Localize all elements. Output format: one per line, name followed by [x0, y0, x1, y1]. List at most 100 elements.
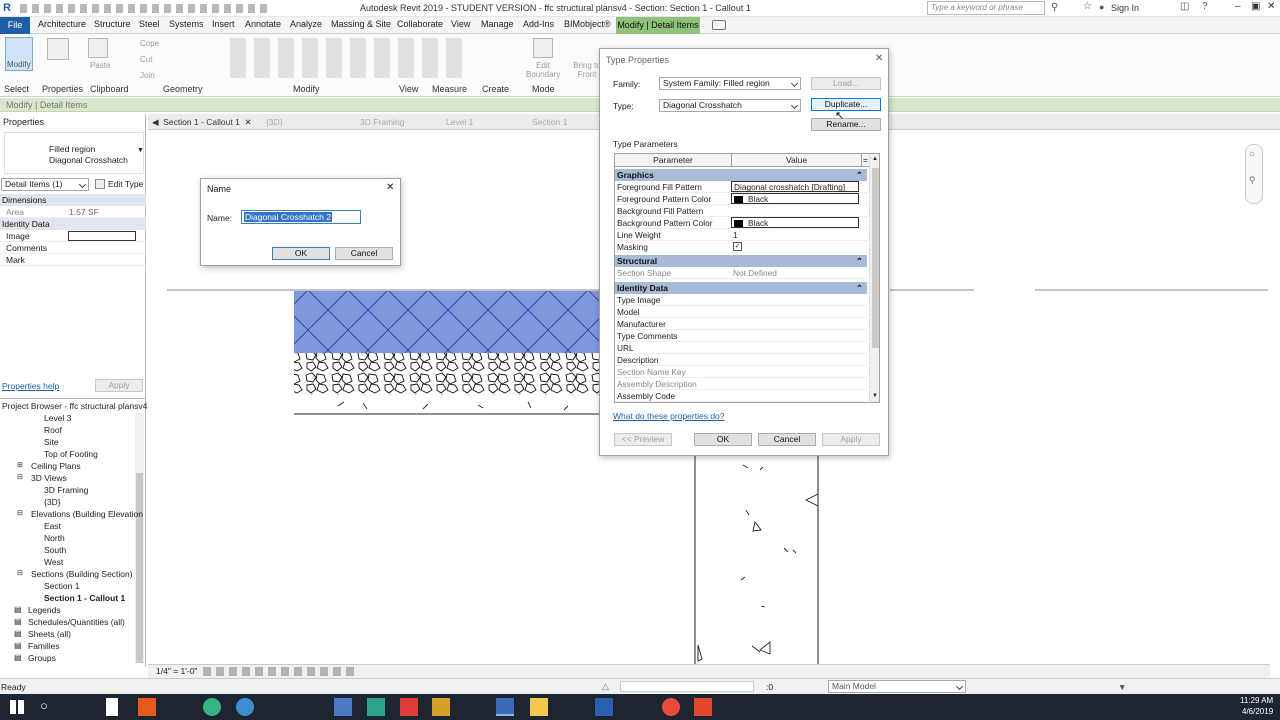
load-button[interactable]: Load...	[811, 77, 881, 90]
tab-structure[interactable]: Structure	[94, 19, 131, 29]
close-icon[interactable]: ✕	[386, 182, 394, 193]
paste-icon[interactable]	[88, 38, 108, 58]
restore-icon[interactable]: ▣	[1251, 1, 1260, 12]
close-icon[interactable]: ✕	[1267, 1, 1275, 12]
cortana-icon[interactable]: ○	[40, 698, 58, 716]
param-value[interactable]: Black	[731, 217, 859, 228]
apply-button[interactable]: Apply	[822, 433, 880, 446]
file-icon[interactable]	[106, 698, 118, 716]
tree-item-3d[interactable]: {3D}	[44, 497, 61, 507]
zoom-icon[interactable]: ⚲	[1249, 175, 1256, 186]
design-option-dropdown[interactable]: Main Model	[828, 680, 966, 693]
tab-file[interactable]: File	[0, 17, 30, 34]
table-scrollbar[interactable]: ▲ ▼	[869, 154, 879, 402]
workset-dropdown[interactable]	[620, 681, 754, 692]
preview-button[interactable]: << Preview	[614, 433, 672, 446]
tab-massing-site[interactable]: Massing & Site	[331, 19, 391, 29]
name-input[interactable]: Diagonal Crosshatch 2	[241, 210, 361, 224]
ribbon-toggle-icon[interactable]	[712, 20, 726, 30]
param-value[interactable]: Black	[731, 193, 859, 204]
cancel-button[interactable]: Cancel	[758, 433, 816, 446]
collapse-icon[interactable]: ⌃	[856, 282, 863, 294]
param-row[interactable]: Type Comments	[615, 330, 867, 342]
tree-item-sheets[interactable]: Sheets (all)	[28, 629, 71, 639]
tab-analyze[interactable]: Analyze	[290, 19, 322, 29]
collapse-icon[interactable]: ⌃	[856, 169, 863, 181]
identity-data-group[interactable]: Identity Data ⌃	[615, 282, 867, 294]
ok-button[interactable]: OK	[272, 247, 330, 260]
scroll-thumb[interactable]	[872, 168, 879, 348]
tree-item-sections[interactable]: Sections (Building Section)	[31, 569, 133, 579]
app-icon[interactable]	[203, 698, 221, 716]
star-icon[interactable]: ☆	[1083, 1, 1092, 12]
clock-time[interactable]: 11:29 AM	[1240, 696, 1273, 705]
revit-taskbar-icon[interactable]	[496, 698, 514, 716]
cart-icon[interactable]: ◫	[1180, 1, 1189, 12]
acrobat-icon[interactable]	[400, 698, 418, 716]
column-value[interactable]: Value	[732, 154, 861, 167]
cancel-button[interactable]: Cancel	[335, 247, 393, 260]
modify-tools-icons[interactable]	[230, 38, 470, 78]
autodesk-icon[interactable]	[367, 698, 385, 716]
tree-item-roof[interactable]: Roof	[44, 425, 62, 435]
duplicate-button[interactable]: Duplicate...	[811, 98, 881, 111]
tree-item-schedules[interactable]: Schedules/Quantities (all)	[28, 617, 125, 627]
tab-collaborate[interactable]: Collaborate	[397, 19, 443, 29]
tab-section-1-callout-1[interactable]: ◀ Section 1 - Callout 1 ✕	[152, 117, 252, 128]
folder-icon[interactable]	[530, 698, 548, 716]
tab-steel[interactable]: Steel	[139, 19, 160, 29]
tab-level-1[interactable]: Level 1	[446, 117, 473, 127]
param-row[interactable]: Manufacturer	[615, 318, 867, 330]
edit-boundary-icon[interactable]	[533, 38, 553, 58]
steering-wheel-icon[interactable]: ○	[1249, 149, 1255, 160]
revit-logo-icon[interactable]: R	[3, 2, 14, 14]
param-row[interactable]: Model	[615, 306, 867, 318]
tab-3d-framing[interactable]: 3D Framing	[360, 117, 404, 127]
tree-item-3d-views[interactable]: 3D Views	[31, 473, 67, 483]
tab-insert[interactable]: Insert	[212, 19, 235, 29]
type-dropdown[interactable]: Diagonal Crosshatch	[659, 99, 801, 112]
browser-icon[interactable]	[236, 698, 254, 716]
collapse-icon[interactable]: ⊟	[17, 569, 23, 577]
tree-item-elevations[interactable]: Elevations (Building Elevation	[31, 509, 143, 519]
tab-modify-detail-items[interactable]: Modify | Detail Items	[616, 17, 700, 34]
scroll-down-icon[interactable]: ▼	[872, 393, 878, 399]
param-row[interactable]: Background Pattern Color Black	[615, 217, 867, 229]
powerpoint-icon[interactable]	[694, 698, 712, 716]
param-row[interactable]: Line Weight 1	[615, 229, 867, 241]
start-icon[interactable]	[10, 700, 24, 714]
filter-icon[interactable]: ▼	[1118, 682, 1126, 692]
quick-access-toolbar[interactable]	[20, 4, 270, 13]
column-parameter[interactable]: Parameter	[615, 154, 732, 167]
graphics-group[interactable]: Graphics ⌃	[615, 169, 867, 181]
tree-item-top-of-footing[interactable]: Top of Footing	[44, 449, 98, 459]
expand-icon[interactable]: ⊞	[17, 461, 23, 469]
tree-item-south[interactable]: South	[44, 545, 66, 555]
tree-item-site[interactable]: Site	[44, 437, 59, 447]
mark-row[interactable]: Mark	[0, 254, 146, 266]
param-row[interactable]: Background Fill Pattern	[615, 205, 867, 217]
office-icon[interactable]	[138, 698, 156, 716]
help-link[interactable]: What do these properties do?	[613, 411, 725, 421]
tree-item-section-1[interactable]: Section 1	[44, 581, 79, 591]
tree-item-section-1-callout-1[interactable]: Section 1 - Callout 1	[44, 593, 125, 603]
minimize-icon[interactable]: –	[1235, 1, 1241, 12]
tree-item-ceiling-plans[interactable]: Ceiling Plans	[31, 461, 81, 471]
view-scale[interactable]: 1/4" = 1'-0"	[156, 666, 197, 676]
tab-section-1[interactable]: Section 1	[532, 117, 567, 127]
search-input[interactable]: Type a keyword or phrase	[927, 1, 1045, 15]
tab-manage[interactable]: Manage	[481, 19, 514, 29]
browser-scrollbar[interactable]	[135, 413, 144, 663]
word-icon[interactable]	[595, 698, 613, 716]
tab-bimobject[interactable]: BIMobject®	[564, 19, 611, 29]
param-value[interactable]: Diagonal crosshatch [Drafting]	[731, 181, 859, 192]
tab-3d[interactable]: {3D}	[266, 117, 283, 127]
tab-architecture[interactable]: Architecture	[38, 19, 86, 29]
tab-annotate[interactable]: Annotate	[245, 19, 281, 29]
worksets-icon[interactable]: △	[602, 681, 609, 692]
user-icon[interactable]: ●	[1099, 2, 1104, 12]
tree-item-families[interactable]: Families	[28, 641, 60, 651]
tab-add-ins[interactable]: Add-Ins	[523, 19, 554, 29]
navigation-bar[interactable]: ○ ⚲	[1245, 144, 1263, 204]
tree-item-level-3[interactable]: Level 3	[44, 413, 71, 423]
